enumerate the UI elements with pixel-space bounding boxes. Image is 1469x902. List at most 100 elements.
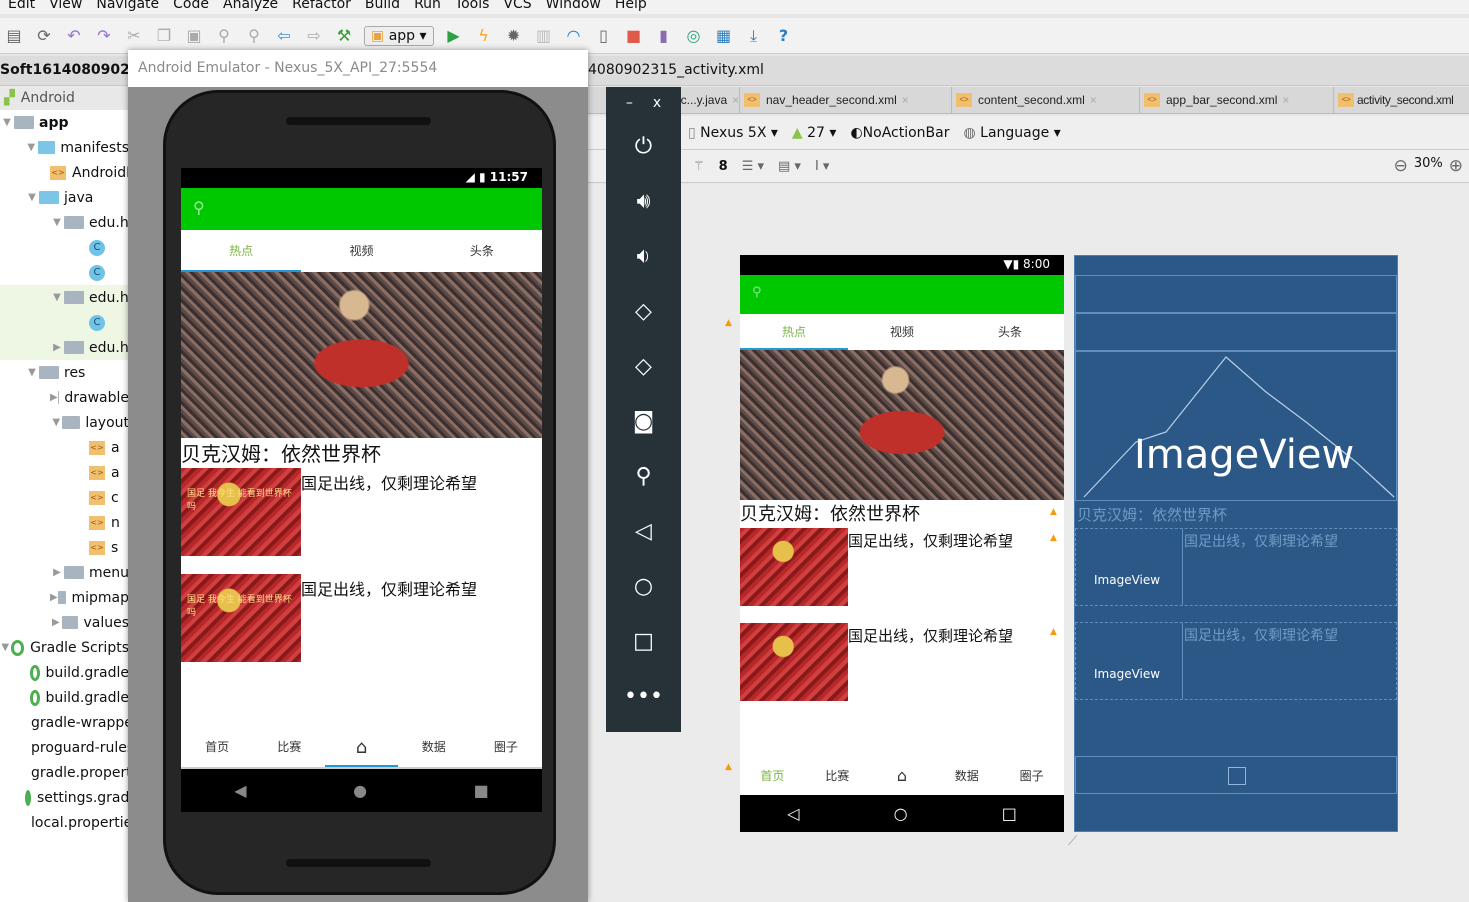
breadcrumb-file[interactable]: 4080902315_activity.xml — [588, 62, 764, 78]
nav-matches[interactable]: 比赛 — [253, 726, 325, 767]
back-icon[interactable]: ◀ — [234, 781, 246, 800]
menu-view[interactable]: View — [49, 0, 82, 14]
project-view-selector[interactable]: ▞ Android — [0, 86, 129, 110]
menu-window[interactable]: Window — [546, 0, 601, 14]
overview-icon[interactable]: □ — [606, 614, 681, 669]
back-icon[interactable]: ◁ — [787, 804, 799, 823]
close-icon[interactable]: × — [732, 93, 739, 107]
warning-icon[interactable]: ▲ — [725, 762, 732, 772]
guidelines-icon[interactable]: I ▾ — [815, 159, 830, 174]
tab-nav-header-second[interactable]: <> nav_header_second.xml × — [740, 87, 952, 113]
menu-refactor[interactable]: Refactor — [292, 0, 351, 14]
home-icon[interactable]: ○ — [606, 559, 681, 614]
default-margin[interactable]: 8 — [719, 159, 728, 174]
undo-icon[interactable]: ↶ — [64, 26, 84, 46]
tree-item[interactable]: ▼ edu.h — [0, 285, 129, 310]
align-icon[interactable]: ▤ ▾ — [778, 159, 801, 174]
news-item[interactable]: 国足出线，仅剩理论希望 — [740, 528, 1064, 623]
api-select[interactable]: ▲ 27 ▾ — [792, 125, 837, 141]
zoom-in-icon[interactable]: ⊕ — [1449, 156, 1463, 176]
tree-item[interactable]: ▶ menu — [0, 560, 129, 585]
expand-arrow-icon[interactable]: ▼ — [50, 217, 64, 228]
build-icon[interactable]: ⚒ — [334, 26, 354, 46]
tree-item[interactable]: settings.gradle — [0, 785, 129, 810]
expand-arrow-icon[interactable]: ▼ — [25, 367, 39, 378]
home-icon[interactable]: ⌂ — [325, 726, 398, 767]
paste-icon[interactable]: ▣ — [184, 26, 204, 46]
tab-activity-second[interactable]: <> activity_second.xml — [1334, 87, 1469, 113]
attach-debugger-icon[interactable]: ▯ — [594, 26, 614, 46]
camera-icon[interactable]: ◙ — [606, 394, 681, 449]
save-icon[interactable]: ▤ — [4, 26, 24, 46]
theme-select[interactable]: ◐NoActionBar — [850, 125, 949, 141]
tree-item[interactable]: C — [0, 235, 129, 260]
expand-arrow-icon[interactable]: ▼ — [0, 642, 11, 653]
volume-up-icon[interactable]: 🔊︎ — [606, 174, 681, 229]
collapse-arrow-icon[interactable]: ▶ — [50, 592, 58, 603]
rotate-right-icon[interactable]: ◇ — [606, 339, 681, 394]
tree-item[interactable]: <> a — [0, 460, 129, 485]
run-icon[interactable]: ▶ — [444, 26, 464, 46]
tree-item[interactable]: gradle.properties — [0, 760, 129, 785]
tree-item[interactable]: ▼ app — [0, 110, 129, 135]
tree-item[interactable]: C — [0, 310, 129, 335]
menu-analyze[interactable]: Analyze — [223, 0, 278, 14]
resize-handle[interactable]: ⟋ — [1068, 834, 1077, 849]
menu-navigate[interactable]: Navigate — [96, 0, 159, 14]
back-icon[interactable]: ◁ — [606, 504, 681, 559]
search-icon[interactable]: ⚲ — [193, 198, 205, 217]
blueprint-view[interactable]: ImageView 贝克汉姆：依然世界杯 ImageView 国足出线，仅剩理论… — [1074, 255, 1398, 832]
rotate-left-icon[interactable]: ◇ — [606, 284, 681, 339]
nav-data[interactable]: 数据 — [934, 757, 999, 795]
menu-tools[interactable]: Tools — [455, 0, 490, 14]
overview-icon[interactable]: □ — [1002, 804, 1017, 823]
tree-item[interactable]: gradle-wrapper.properties — [0, 710, 129, 735]
tree-item[interactable]: ▼ res — [0, 360, 129, 385]
sdk-manager-icon[interactable]: ⤓ — [744, 26, 764, 46]
more-icon[interactable]: ••• — [606, 669, 681, 724]
tree-item[interactable]: build.gradle — [0, 660, 129, 685]
tree-item[interactable]: <> n — [0, 510, 129, 535]
tab-hot[interactable]: 热点 — [740, 314, 848, 350]
tab-hot[interactable]: 热点 — [181, 230, 302, 272]
close-icon[interactable]: × — [902, 93, 909, 107]
tree-item[interactable]: ▼ Gradle Scripts — [0, 635, 129, 660]
close-icon[interactable]: × — [1282, 93, 1289, 107]
emulator-window[interactable]: Android Emulator - Nexus_5X_API_27:5554 … — [128, 50, 588, 902]
tree-item[interactable]: ▶ drawable — [0, 385, 129, 410]
expand-arrow-icon[interactable]: ▼ — [25, 142, 38, 153]
tree-item[interactable]: ▶ values — [0, 610, 129, 635]
back-icon[interactable]: ⇦ — [274, 26, 294, 46]
tab-video[interactable]: 视频 — [848, 314, 956, 350]
warning-icon[interactable]: ▲ — [1050, 627, 1057, 637]
collapse-arrow-icon[interactable]: ▶ — [50, 342, 64, 353]
tree-item[interactable]: ▼ edu.h — [0, 210, 129, 235]
menu-vcs[interactable]: VCS — [503, 0, 531, 14]
device-select[interactable]: ▯ Nexus 5X ▾ — [688, 125, 778, 141]
debug-icon[interactable]: ✹ — [504, 26, 524, 46]
warning-icon[interactable]: ▲ — [1050, 533, 1057, 543]
nav-matches[interactable]: 比赛 — [805, 757, 870, 795]
sync-icon[interactable]: ⟳ — [34, 26, 54, 46]
tree-item[interactable]: <> s — [0, 535, 129, 560]
tree-item[interactable]: ▼ layout — [0, 410, 129, 435]
tree-item[interactable]: <> a — [0, 435, 129, 460]
replace-icon[interactable]: ⚲ — [244, 26, 264, 46]
cut-icon[interactable]: ✂ — [124, 26, 144, 46]
tree-item[interactable]: <> c — [0, 485, 129, 510]
tree-item[interactable]: <> AndroidManifest.xml — [0, 160, 129, 185]
menu-run[interactable]: Run — [414, 0, 441, 14]
nav-home-page[interactable]: 首页 — [740, 757, 805, 795]
tree-item[interactable]: local.properties — [0, 810, 129, 835]
forward-icon[interactable]: ⇨ — [304, 26, 324, 46]
expand-arrow-icon[interactable]: ▼ — [25, 192, 39, 203]
tree-item[interactable]: ▼ java — [0, 185, 129, 210]
project-structure-icon[interactable]: ▦ — [714, 26, 734, 46]
help-icon[interactable]: ? — [774, 26, 794, 46]
design-preview[interactable]: ▼▮ 8:00 ⚲ 热点 视频 头条 贝克汉姆：依然世界杯 国足出线，仅剩理论希… — [740, 255, 1064, 832]
expand-arrow-icon[interactable]: ▼ — [50, 417, 62, 428]
menu-build[interactable]: Build — [365, 0, 400, 14]
collapse-arrow-icon[interactable]: ▶ — [50, 567, 64, 578]
tab-headline[interactable]: 头条 — [422, 230, 542, 272]
redo-icon[interactable]: ↷ — [94, 26, 114, 46]
